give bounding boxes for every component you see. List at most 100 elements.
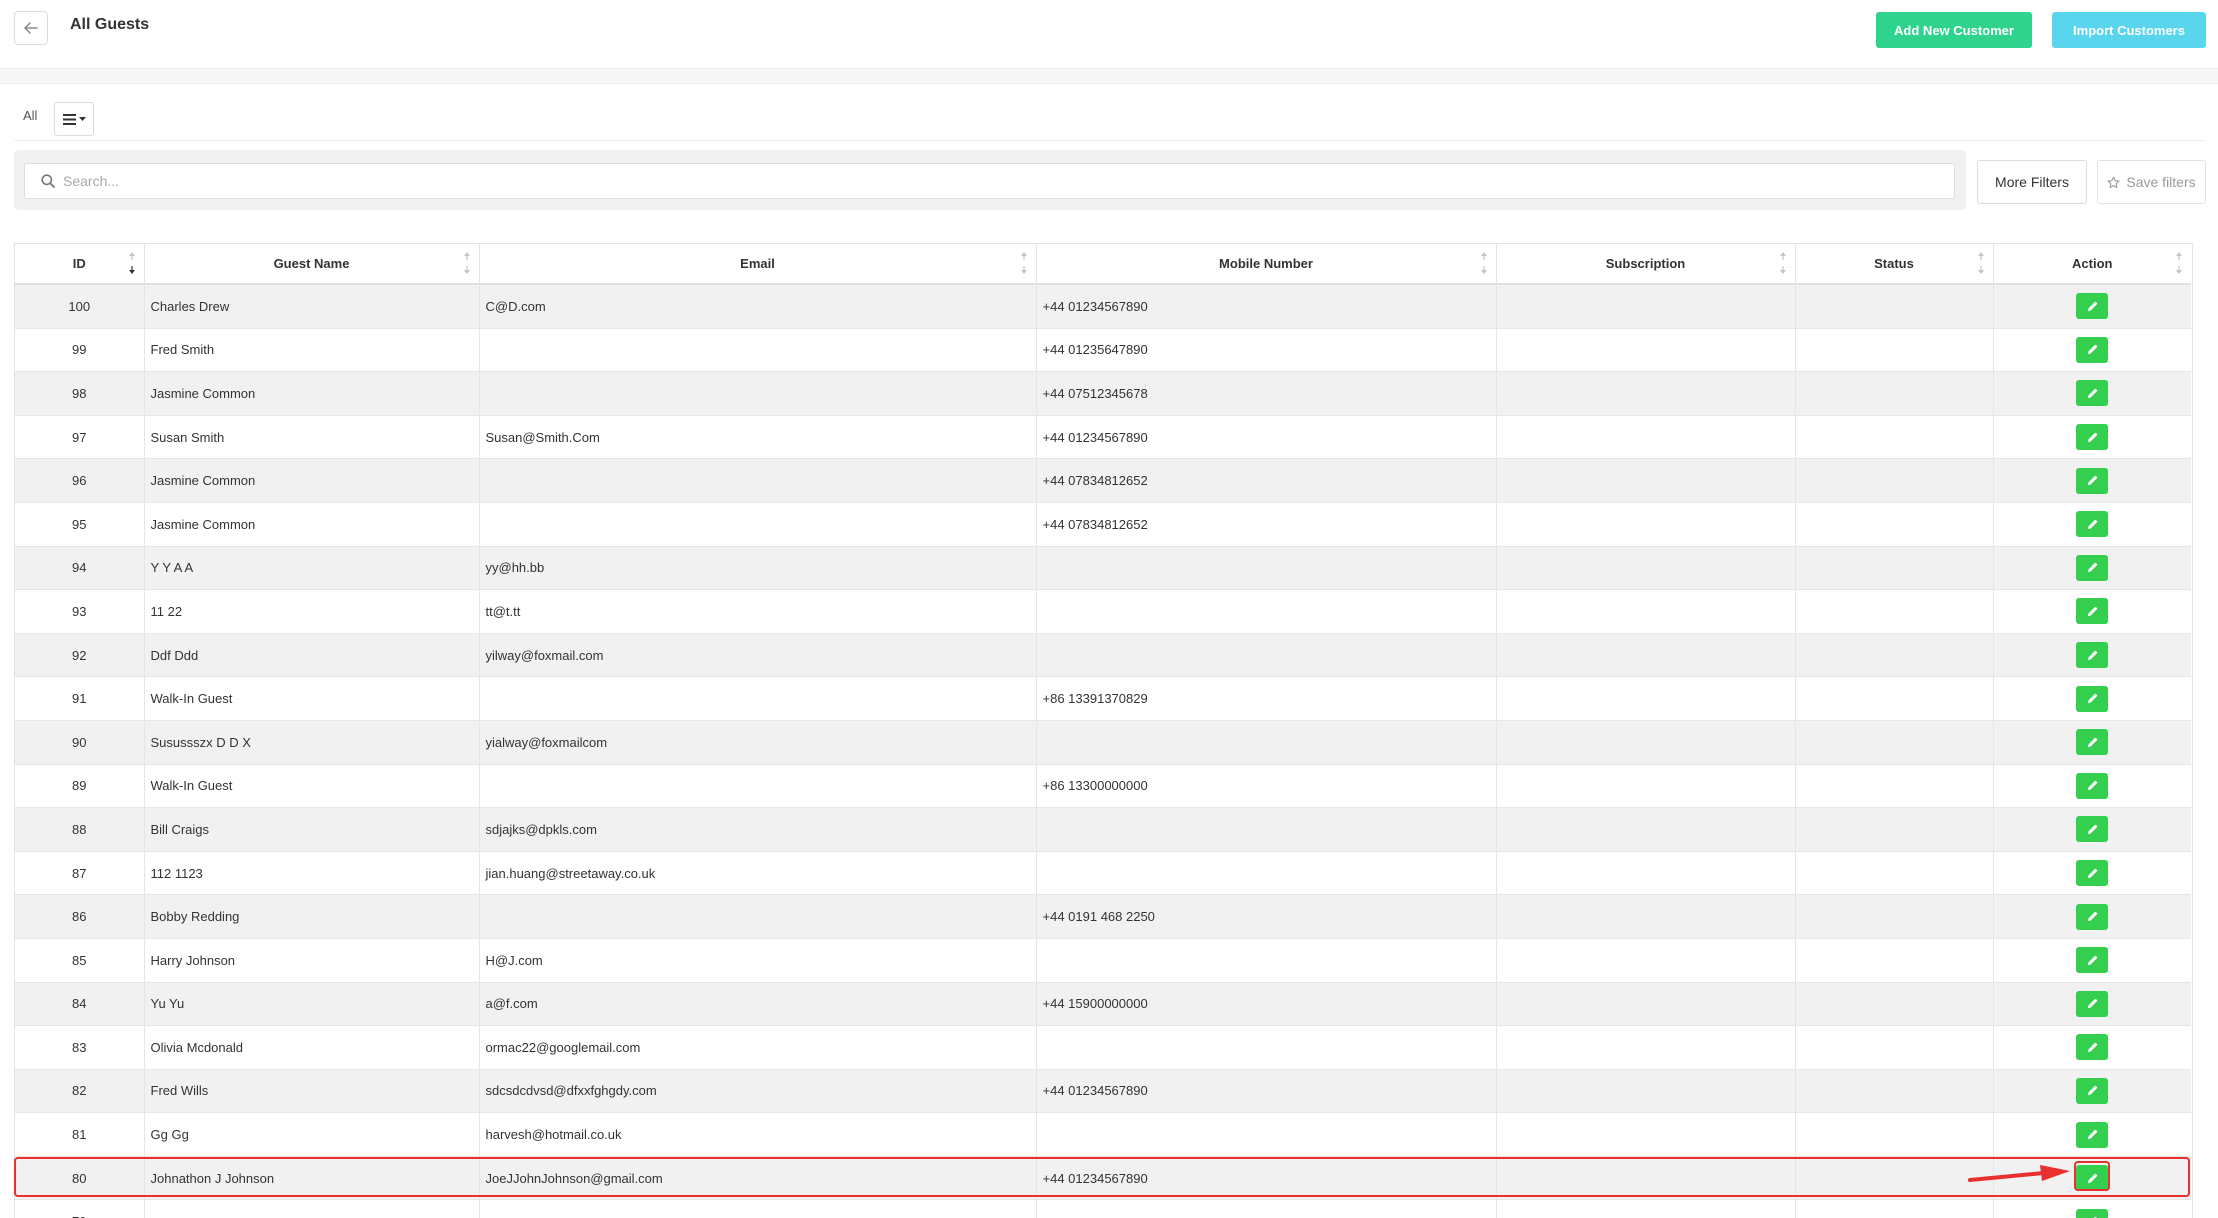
cell-email: ormac22@googlemail.com — [479, 1025, 1037, 1070]
table-row[interactable]: 90 Susussszx D D Xyialway@foxmailcom — [15, 720, 2191, 765]
edit-guest-button[interactable] — [2076, 903, 2109, 930]
guests-table-container: ID Guest Name Email Mobile Number Subscripti… — [14, 243, 2193, 1218]
table-row[interactable]: 100 Charles Drew C@D.com +44 01234567890 — [15, 284, 2191, 329]
cell-mobile-number: +86 13391370829 — [1036, 676, 1497, 721]
table-row[interactable]: 94 Y Y A Ayy@hh.bb — [15, 546, 2191, 591]
edit-guest-button[interactable] — [2076, 380, 2109, 407]
table-row[interactable]: 81 Gg Gg harvesh@hotmail.co.uk — [15, 1112, 2191, 1157]
column-header-label: Status — [1874, 256, 1914, 271]
cell-email: C@D.com — [479, 284, 1037, 329]
table-row[interactable]: 85 Harry Johnson H@J.com — [15, 938, 2191, 983]
pencil-icon — [2087, 781, 2097, 791]
search-input[interactable] — [63, 172, 1923, 190]
column-header-status[interactable]: Status — [1795, 244, 1994, 285]
cell-action — [1993, 720, 2191, 765]
edit-guest-button[interactable] — [2076, 1165, 2109, 1192]
table-row[interactable]: 87 112 1123 jian.huang@streetaway.co.uk — [15, 851, 2191, 896]
cell-mobile-number: +44 01234567890 — [1036, 415, 1497, 460]
table-row[interactable]: 80 Johnathon J Johnson JoeJJohnJohnson@gma… — [15, 1156, 2191, 1201]
edit-guest-button[interactable] — [2076, 1077, 2109, 1104]
column-header-label: Action — [2072, 256, 2113, 271]
edit-guest-button[interactable] — [2076, 772, 2109, 799]
table-row[interactable]: 88 Bill Craigs sdjajks@dpkls.com — [15, 807, 2191, 852]
cell-mobile-number: +44 07834812652 — [1036, 502, 1497, 547]
column-header-label: Subscription — [1605, 256, 1686, 271]
edit-guest-button[interactable] — [2076, 947, 2109, 974]
column-header-id[interactable]: ID — [15, 244, 145, 285]
cell-email — [479, 328, 1037, 373]
table-row[interactable]: 83 Olivia Mcdonald ormac22@googlemail.com — [15, 1025, 2191, 1070]
search-box[interactable] — [24, 163, 1955, 199]
add-new-customer-button[interactable]: Add New Customer — [1876, 12, 2032, 48]
edit-guest-button[interactable] — [2076, 1121, 2109, 1148]
sort-arrows-icon[interactable] — [1480, 251, 1488, 275]
cell-action — [1993, 328, 2191, 373]
edit-guest-button[interactable] — [2076, 685, 2109, 712]
cell-guest-name — [144, 1199, 480, 1218]
table-row[interactable]: 96 Jasmine Common +44 07834812652 — [15, 458, 2191, 503]
column-header-subscription[interactable]: Subscription — [1496, 244, 1796, 285]
cell-mobile-number — [1036, 1025, 1497, 1070]
edit-guest-button[interactable] — [2076, 1034, 2109, 1061]
table-row[interactable]: 97 Susan Smith Susan@Smith.Com +44 01234567… — [15, 415, 2191, 460]
edit-guest-button[interactable] — [2076, 990, 2109, 1017]
column-header-action[interactable]: Action — [1993, 244, 2191, 285]
sort-arrows-icon[interactable] — [463, 251, 471, 275]
cell-email: H@J.com — [479, 938, 1037, 983]
sort-arrows-icon[interactable] — [2175, 251, 2183, 275]
cell-action — [1993, 851, 2191, 896]
cell-email: yialway@foxmailcom — [479, 720, 1037, 765]
cell-mobile-number: +44 0191 468 2250 — [1036, 894, 1497, 939]
table-row[interactable]: 91 Walk-In Guest +86 13391370829 — [15, 676, 2191, 721]
table-row[interactable]: 99 Fred Smith +44 01235647890 — [15, 328, 2191, 373]
page-title: All Guests — [70, 16, 150, 33]
sort-arrows-icon[interactable] — [1977, 251, 1985, 275]
table-row[interactable]: 86 Bobby Redding +44 0191 468 2250 — [15, 894, 2191, 939]
column-header-label: Mobile Number — [1219, 256, 1313, 271]
table-row[interactable]: 95 Jasmine Common +44 07834812652 — [15, 502, 2191, 547]
view-tab-all[interactable]: All — [23, 108, 37, 123]
cell-guest-name: Walk-In Guest — [144, 764, 480, 809]
table-row[interactable]: 84 Yu Yu a@f.com +44 15900000000 — [15, 982, 2191, 1027]
edit-guest-button[interactable] — [2076, 467, 2109, 494]
save-filters-button[interactable]: Save filters — [2097, 160, 2206, 204]
column-header-email[interactable]: Email — [479, 244, 1037, 285]
sort-arrows-icon[interactable] — [128, 251, 136, 275]
cell-guest-name: Bobby Redding — [144, 894, 480, 939]
table-row[interactable]: 93 11 22 tt@t.tt — [15, 589, 2191, 634]
import-customers-button[interactable]: Import Customers — [2052, 12, 2206, 48]
edit-guest-button[interactable] — [2076, 729, 2109, 756]
table-row[interactable]: 92 Ddf Ddd yilway@foxmail.com — [15, 633, 2191, 678]
cell-action — [1993, 502, 2191, 547]
cell-status — [1795, 807, 1994, 852]
more-filters-button[interactable]: More Filters — [1977, 160, 2087, 204]
edit-guest-button[interactable] — [2076, 816, 2109, 843]
view-menu-button[interactable] — [54, 102, 94, 136]
cell-id: 89 — [15, 764, 145, 809]
column-header-guest-name[interactable]: Guest Name — [144, 244, 480, 285]
edit-guest-button[interactable] — [2076, 424, 2109, 451]
pencil-icon — [2087, 868, 2097, 878]
table-row[interactable]: 82 Fred Wills sdcsdcdvsd@dfxxfghgdy.com +44… — [15, 1069, 2191, 1114]
cell-id: 100 — [15, 284, 145, 329]
edit-guest-button[interactable] — [2076, 554, 2109, 581]
edit-guest-button[interactable] — [2076, 511, 2109, 538]
edit-guest-button[interactable] — [2076, 860, 2109, 887]
cell-status — [1795, 764, 1994, 809]
table-row[interactable]: 98 Jasmine Common +44 07512345678 — [15, 371, 2191, 416]
sort-arrows-icon[interactable] — [1020, 251, 1028, 275]
back-button[interactable] — [14, 11, 48, 45]
edit-guest-button[interactable] — [2076, 598, 2109, 625]
table-row[interactable]: 89 Walk-In Guest +86 13300000000 — [15, 764, 2191, 809]
edit-guest-button[interactable] — [2076, 336, 2109, 363]
cell-email — [479, 458, 1037, 503]
cell-status — [1795, 1069, 1994, 1114]
edit-guest-button[interactable] — [2076, 642, 2109, 669]
edit-guest-button[interactable] — [2076, 293, 2109, 320]
cell-subscription — [1496, 894, 1796, 939]
cell-email: Susan@Smith.Com — [479, 415, 1037, 460]
sort-arrows-icon[interactable] — [1779, 251, 1787, 275]
column-header-mobile-number[interactable]: Mobile Number — [1036, 244, 1497, 285]
cell-subscription — [1496, 328, 1796, 373]
table-row[interactable]: 79 — [15, 1199, 2191, 1218]
